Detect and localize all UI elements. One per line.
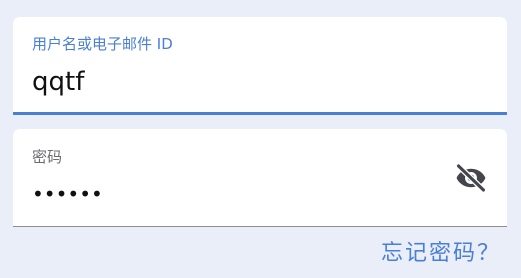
password-label: 密码 bbox=[32, 148, 63, 166]
eye-off-icon bbox=[455, 163, 487, 193]
password-field[interactable]: 密码 •••••• bbox=[13, 129, 507, 227]
username-label: 用户名或电子邮件 ID bbox=[32, 35, 173, 53]
forgot-password-link[interactable]: 忘记密码？ bbox=[381, 238, 501, 270]
password-visibility-toggle[interactable] bbox=[453, 160, 489, 196]
username-input[interactable]: qqtf bbox=[32, 67, 84, 97]
username-field[interactable]: 用户名或电子邮件 ID qqtf bbox=[13, 17, 507, 115]
password-input[interactable]: •••••• bbox=[32, 179, 103, 209]
